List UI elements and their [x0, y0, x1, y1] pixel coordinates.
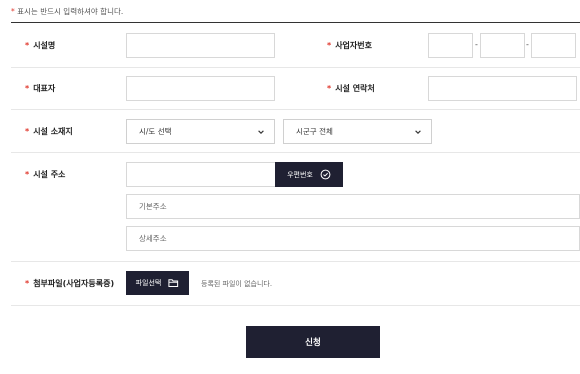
required-mark: *: [25, 84, 30, 93]
required-mark: *: [327, 41, 332, 50]
city-select-value: 시/도 선택: [139, 127, 172, 136]
required-mark: *: [25, 279, 30, 288]
row-divider: [11, 261, 580, 262]
attachment-label: * 첨부파일(사업자등록증): [25, 279, 115, 288]
postcode-search-button[interactable]: 우편번호: [275, 162, 343, 187]
business-number-part3[interactable]: [531, 33, 576, 58]
basic-address-input[interactable]: 기본주소: [126, 194, 580, 219]
representative-label: * 대표자: [25, 84, 56, 93]
facility-location-label: * 시설 소재지: [25, 127, 73, 136]
file-select-button[interactable]: 파일선택: [126, 271, 189, 295]
facility-name-input[interactable]: [126, 33, 275, 58]
district-select[interactable]: 시군구 전체: [283, 119, 432, 144]
required-mark: *: [25, 41, 30, 50]
row-divider: [11, 152, 580, 153]
form-top-divider: [11, 22, 580, 23]
representative-input[interactable]: [126, 76, 275, 101]
facility-contact-input[interactable]: [428, 76, 577, 101]
business-number-part2[interactable]: [480, 33, 525, 58]
facility-contact-label: * 시설 연락처: [327, 84, 375, 93]
city-select[interactable]: 시/도 선택: [126, 119, 275, 144]
chevron-down-icon: [258, 130, 264, 134]
row-divider: [11, 109, 580, 110]
required-mark: *: [25, 127, 30, 136]
business-number-dash-1: -: [475, 40, 478, 49]
chevron-down-icon: [415, 130, 421, 134]
required-mark: *: [327, 84, 332, 93]
check-circle-icon: [320, 169, 331, 180]
required-notice: * 표시는 반드시 입력하셔야 합니다.: [11, 6, 123, 17]
folder-icon: [168, 279, 179, 287]
detail-address-input[interactable]: 상세주소: [126, 226, 580, 251]
postcode-input[interactable]: [126, 162, 275, 187]
submit-button[interactable]: 신청: [246, 326, 380, 358]
business-number-dash-2: -: [526, 40, 529, 49]
facility-name-label: * 시설명: [25, 41, 56, 50]
business-number-part1[interactable]: [428, 33, 473, 58]
required-mark: *: [25, 170, 30, 179]
file-select-label: 파일선택: [135, 279, 162, 287]
postcode-button-label: 우편번호: [287, 170, 313, 179]
required-notice-text: 표시는 반드시 입력하셔야 합니다.: [14, 7, 124, 16]
district-select-value: 시군구 전체: [296, 127, 333, 136]
row-divider: [11, 305, 580, 306]
file-status-text: 등록된 파일이 없습니다.: [201, 280, 273, 288]
row-divider: [11, 67, 580, 68]
facility-address-label: * 시설 주소: [25, 170, 66, 179]
business-number-label: * 사업자번호: [327, 41, 372, 50]
